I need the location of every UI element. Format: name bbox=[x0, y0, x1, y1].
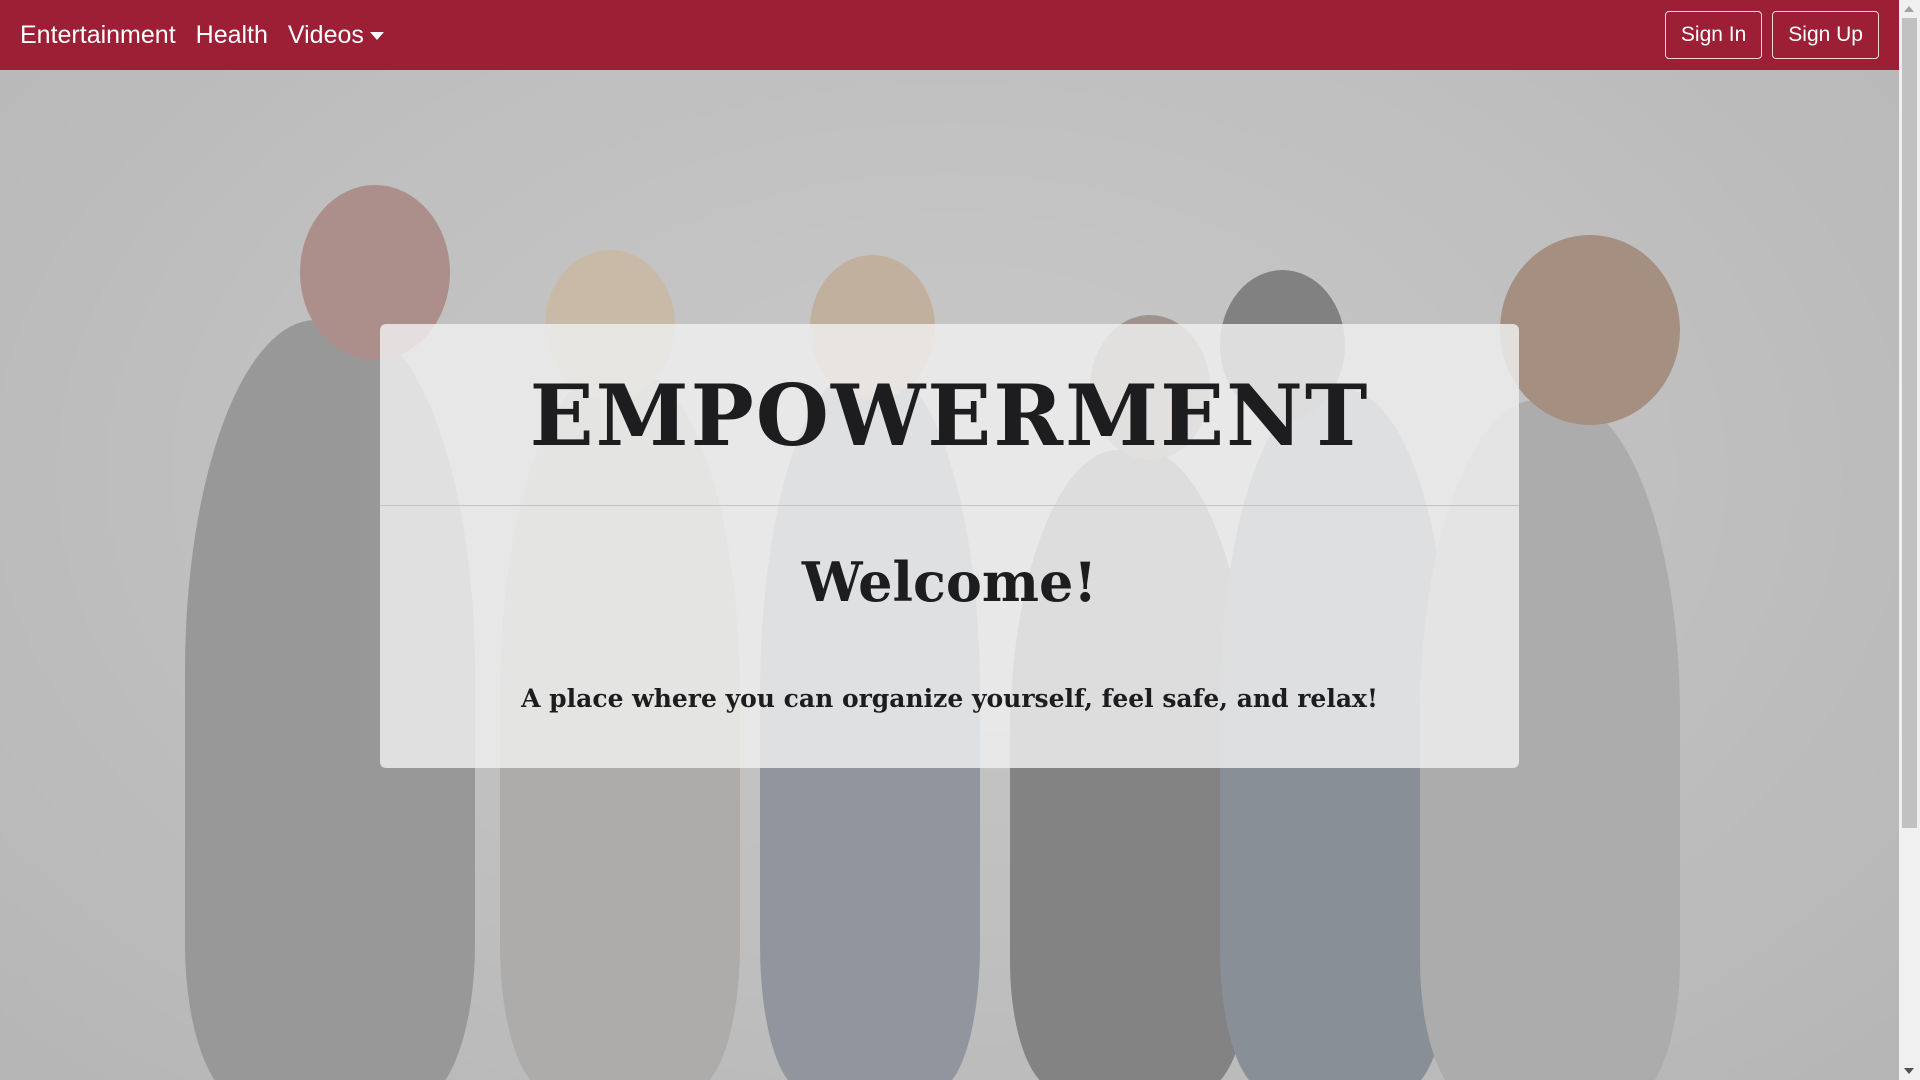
nav-link-health[interactable]: Health bbox=[196, 21, 268, 50]
sign-up-button[interactable]: Sign Up bbox=[1772, 11, 1879, 59]
brand-title: EMPOWERMENT bbox=[529, 366, 1370, 465]
nav-dropdown-videos[interactable]: Videos bbox=[288, 21, 384, 50]
nav-link-label: Videos bbox=[287, 20, 364, 49]
welcome-card: EMPOWERMENT Welcome! A place where you c… bbox=[380, 324, 1519, 768]
card-divider bbox=[380, 505, 1519, 506]
nav-links: Entertainment Health Videos bbox=[20, 21, 384, 50]
auth-buttons: Sign In Sign Up bbox=[1664, 11, 1879, 59]
welcome-heading: Welcome! bbox=[801, 550, 1098, 614]
scrollbar-thumb[interactable] bbox=[1902, 18, 1917, 828]
tagline-text: A place where you can organize yourself,… bbox=[521, 684, 1378, 713]
chevron-down-icon bbox=[369, 32, 384, 40]
nav-link-entertainment[interactable]: Entertainment bbox=[20, 21, 176, 50]
nav-link-label: Entertainment bbox=[20, 20, 176, 49]
vertical-scrollbar[interactable] bbox=[1899, 0, 1920, 1080]
scroll-up-arrow-icon[interactable] bbox=[1904, 6, 1914, 12]
sign-in-button[interactable]: Sign In bbox=[1664, 11, 1763, 59]
page-viewport: Entertainment Health Videos Sign In Sign… bbox=[0, 0, 1899, 1080]
scroll-down-arrow-icon[interactable] bbox=[1904, 1068, 1914, 1074]
top-navbar: Entertainment Health Videos Sign In Sign… bbox=[0, 0, 1899, 70]
nav-link-label: Health bbox=[195, 20, 268, 49]
